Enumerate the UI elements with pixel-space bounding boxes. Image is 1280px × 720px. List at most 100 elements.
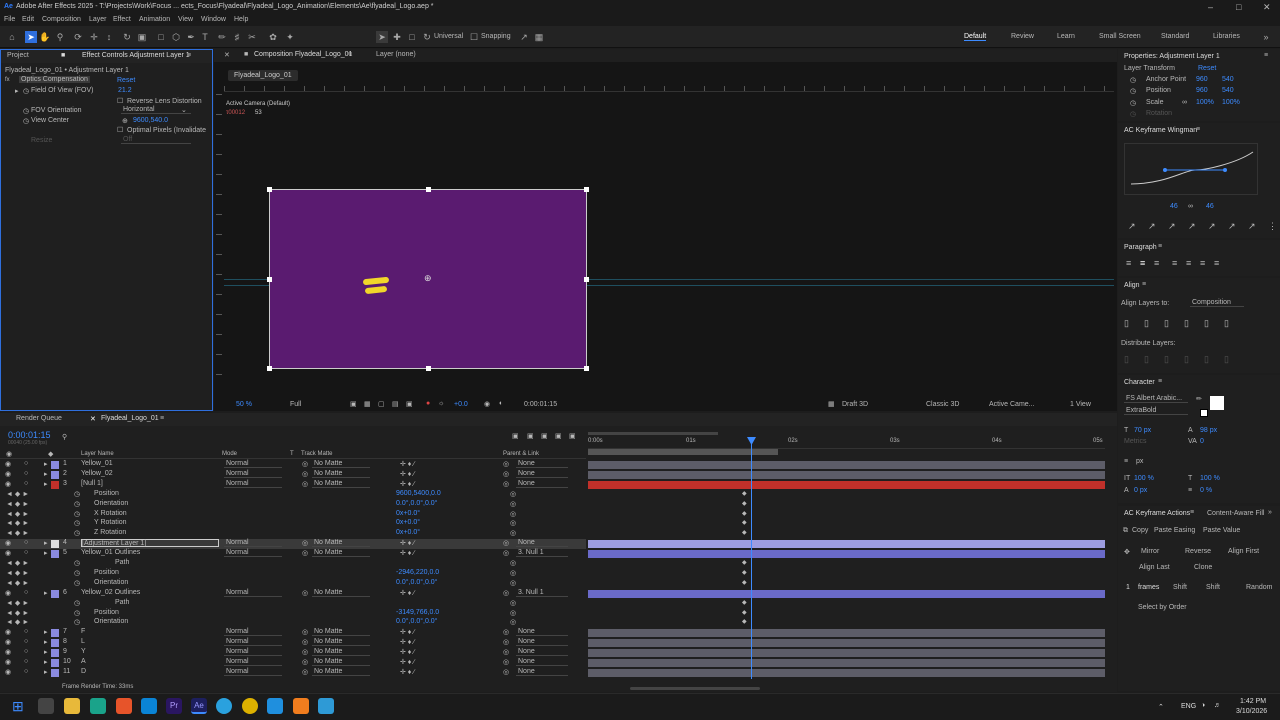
property-keyframe-track[interactable]: ◆: [588, 491, 1105, 499]
tab-content-aware-fill[interactable]: Content-Aware Fill: [1207, 510, 1264, 517]
property-row[interactable]: ◄ ◆ ► ◷ Z Rotation 0x+0.0° ◎: [0, 529, 586, 539]
twirl-icon[interactable]: ▸: [44, 648, 48, 656]
twirl-icon[interactable]: ▸: [44, 668, 48, 676]
stopwatch-icon[interactable]: ◷: [23, 87, 29, 95]
blend-mode-dropdown[interactable]: Normal: [224, 668, 282, 676]
parent-dropdown[interactable]: None: [516, 638, 568, 647]
pickwhip-icon[interactable]: ◎: [503, 638, 509, 646]
layer-row[interactable]: ◉ ○ ▸ 6 Yellow_02 Outlines ✛ ♦ ∕ Normal ◎ No Mat…: [0, 589, 586, 599]
layer-name[interactable]: L: [81, 638, 85, 645]
menu-view[interactable]: View: [178, 16, 193, 23]
motion-blur-icon[interactable]: ▣: [569, 432, 576, 440]
property-row[interactable]: ◄ ◆ ► ◷ Position 9600,5400,0.0 ◎: [0, 490, 586, 500]
properties-menu-icon[interactable]: ≡: [1264, 52, 1268, 59]
property-value[interactable]: 0.0°,0.0°,0.0°: [396, 579, 437, 586]
chrome-icon[interactable]: [242, 698, 258, 714]
label-color-swatch[interactable]: [51, 470, 59, 479]
ease-in-value[interactable]: 46: [1170, 203, 1178, 210]
views-dropdown[interactable]: 1 View: [1070, 401, 1091, 408]
pen-tool-icon[interactable]: ✒: [185, 31, 197, 43]
align-to-dropdown[interactable]: Composition: [1190, 299, 1244, 307]
scale-x-value[interactable]: 100%: [1196, 99, 1214, 106]
align-last-button[interactable]: Align Last: [1139, 564, 1170, 571]
property-keyframe-track[interactable]: ◆: [588, 570, 1105, 578]
preset-ease-in-icon[interactable]: ↗: [1168, 221, 1176, 232]
kerning-label[interactable]: Metrics: [1124, 438, 1147, 445]
menu-file[interactable]: File: [4, 16, 15, 23]
stopwatch-icon[interactable]: ◷: [1130, 87, 1136, 95]
channel-icon[interactable]: ▣: [406, 400, 413, 408]
clone-stamp-icon[interactable]: ♯: [231, 31, 243, 43]
keyframe-icon[interactable]: ◆: [742, 519, 747, 526]
property-value[interactable]: -3149,766,0.0: [396, 609, 439, 616]
parent-dropdown[interactable]: None: [516, 658, 568, 666]
keyframe-icon[interactable]: ◆: [742, 609, 747, 616]
minimize-icon[interactable]: –: [1208, 2, 1213, 12]
switches-icon[interactable]: ✛ ♦ ∕: [400, 668, 415, 676]
layer-name[interactable]: F: [81, 628, 85, 635]
exposure-value[interactable]: +0.0: [454, 401, 468, 408]
comp-lock-icon[interactable]: ■: [244, 51, 248, 58]
property-keyframe-track[interactable]: ◆: [588, 619, 1105, 627]
keyframe-icon[interactable]: ◆: [742, 569, 747, 576]
visibility-eye-icon[interactable]: ◉: [5, 628, 11, 636]
copy-button[interactable]: Copy: [1132, 527, 1148, 534]
visibility-eye-icon[interactable]: ◉: [5, 648, 11, 656]
visibility-eye-icon[interactable]: ◉: [5, 539, 11, 547]
expression-icon[interactable]: ◎: [510, 609, 516, 617]
track-matte-dropdown[interactable]: No Matte: [312, 470, 370, 478]
show-snapshot-icon[interactable]: ◐: [499, 400, 503, 407]
close-tab-icon[interactable]: ✕: [90, 415, 96, 423]
hand-tool-icon[interactable]: ✋: [39, 31, 51, 43]
shift-right-button[interactable]: Shift: [1206, 584, 1220, 591]
align-top-edge-icon[interactable]: ▯: [1184, 318, 1189, 329]
matte-link-icon[interactable]: ◎: [302, 470, 308, 478]
switches-icon[interactable]: ✛ ♦ ∕: [400, 628, 415, 636]
fov-orientation-dropdown[interactable]: Horizontal ⌄: [121, 106, 191, 114]
snap-grid-icon[interactable]: ▦: [533, 31, 545, 43]
switches-icon[interactable]: ✛ ♦ ∕: [400, 480, 415, 488]
property-value[interactable]: 0x+0.0°: [396, 510, 420, 517]
anchor-y-value[interactable]: 540: [1222, 76, 1234, 83]
align-right-edge-icon[interactable]: ▯: [1164, 318, 1169, 329]
visibility-eye-icon[interactable]: ◉: [5, 549, 11, 557]
keyframe-icon[interactable]: ◆: [742, 579, 747, 586]
menu-edit[interactable]: Edit: [22, 16, 34, 23]
exposure-icon[interactable]: ☼: [438, 400, 444, 407]
property-keyframe-track[interactable]: ◆: [588, 511, 1105, 519]
track-matte-dropdown[interactable]: No Matte: [312, 539, 370, 548]
premiere-icon[interactable]: Pr: [166, 698, 182, 714]
task-view-icon[interactable]: [38, 698, 54, 714]
eyedropper-icon[interactable]: ✏: [1196, 395, 1202, 403]
brush-tool-icon[interactable]: ✏: [216, 31, 228, 43]
snap-edge-icon[interactable]: ↗: [518, 31, 530, 43]
stopwatch-icon[interactable]: ◷: [1130, 110, 1136, 118]
align-right-icon[interactable]: ≡: [1154, 258, 1159, 268]
handle-bl[interactable]: [267, 366, 272, 371]
keyframe-nav-icon[interactable]: ◄ ◆ ►: [6, 579, 29, 587]
layer-name[interactable]: Yellow_02 Outlines: [81, 589, 140, 596]
layer-row[interactable]: ◉ ○ ▸ 10 A ✛ ♦ ∕ Normal ◎ No Matte ◎ None: [0, 658, 586, 668]
property-row[interactable]: ◄ ◆ ► ◷ Y Rotation 0x+0.0° ◎: [0, 519, 586, 529]
stopwatch-icon[interactable]: ◷: [74, 579, 80, 587]
handle-br[interactable]: [584, 366, 589, 371]
zoom-dropdown[interactable]: 50 %: [236, 401, 252, 408]
distribute-4-icon[interactable]: ▯: [1184, 354, 1189, 365]
distribute-2-icon[interactable]: ▯: [1144, 354, 1149, 365]
parent-dropdown[interactable]: None: [516, 480, 568, 488]
wifi-icon[interactable]: ◑: [1201, 702, 1205, 709]
shy-icon[interactable]: ▣: [541, 432, 548, 440]
layer-duration-bar[interactable]: [588, 480, 1105, 489]
matte-link-icon[interactable]: ◎: [302, 480, 308, 488]
blend-mode-dropdown[interactable]: Normal: [224, 549, 282, 558]
comp-panel-menu-icon[interactable]: ≡: [348, 51, 352, 58]
blend-mode-dropdown[interactable]: Normal: [224, 658, 282, 666]
align-hcenter-icon[interactable]: ▯: [1144, 318, 1149, 329]
layer-duration-bar[interactable]: [588, 470, 1105, 479]
actions-menu-icon[interactable]: ≡: [1190, 509, 1194, 516]
shape-3d-icon[interactable]: ⬡: [170, 31, 182, 43]
keyframe-nav-icon[interactable]: ◄ ◆ ►: [6, 500, 29, 508]
telegram-icon[interactable]: [216, 698, 232, 714]
frame-blend-icon[interactable]: ▣: [555, 432, 562, 440]
playhead[interactable]: [751, 439, 752, 679]
